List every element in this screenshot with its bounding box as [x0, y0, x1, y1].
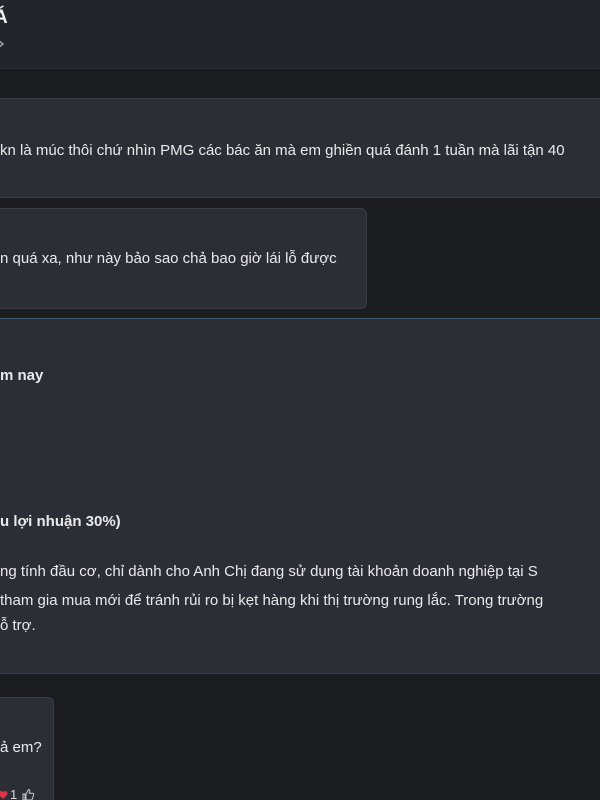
message-line: m nay — [0, 367, 44, 384]
conversation-title: Á — [0, 7, 8, 28]
chat-app: Á kn là múc thôi chứ nhìn PMG các bác ăn… — [0, 0, 600, 800]
message-bubble[interactable]: n quá xa, như này bảo sao chả bao giờ lá… — [0, 208, 367, 309]
message-text: kn là múc thôi chứ nhìn PMG các bác ăn m… — [0, 142, 565, 159]
message-line: u lợi nhuận 30%) — [0, 513, 121, 530]
heart-icon — [0, 790, 8, 799]
reaction-count: 1 — [10, 787, 18, 800]
message-bubble[interactable]: m nay u lợi nhuận 30%) ng tính đầu cơ, c… — [0, 318, 600, 674]
like-icon[interactable] — [21, 788, 35, 800]
reaction-bar[interactable]: 1 — [0, 787, 35, 800]
message-bubble[interactable]: ả em? — [0, 697, 54, 800]
chat-header: Á — [0, 0, 600, 69]
message-bubble[interactable]: kn là múc thôi chứ nhìn PMG các bác ăn m… — [0, 98, 600, 198]
message-line: ỗ trợ. — [0, 617, 36, 634]
message-line: ng tính đầu cơ, chỉ dành cho Anh Chị đan… — [0, 563, 538, 580]
message-line: tham gia mua mới để tránh rủi ro bị kẹt … — [0, 592, 544, 609]
message-text: ả em? — [0, 739, 42, 756]
message-text: n quá xa, như này bảo sao chả bao giờ lá… — [0, 250, 337, 267]
chevron-right-icon[interactable] — [0, 36, 8, 52]
